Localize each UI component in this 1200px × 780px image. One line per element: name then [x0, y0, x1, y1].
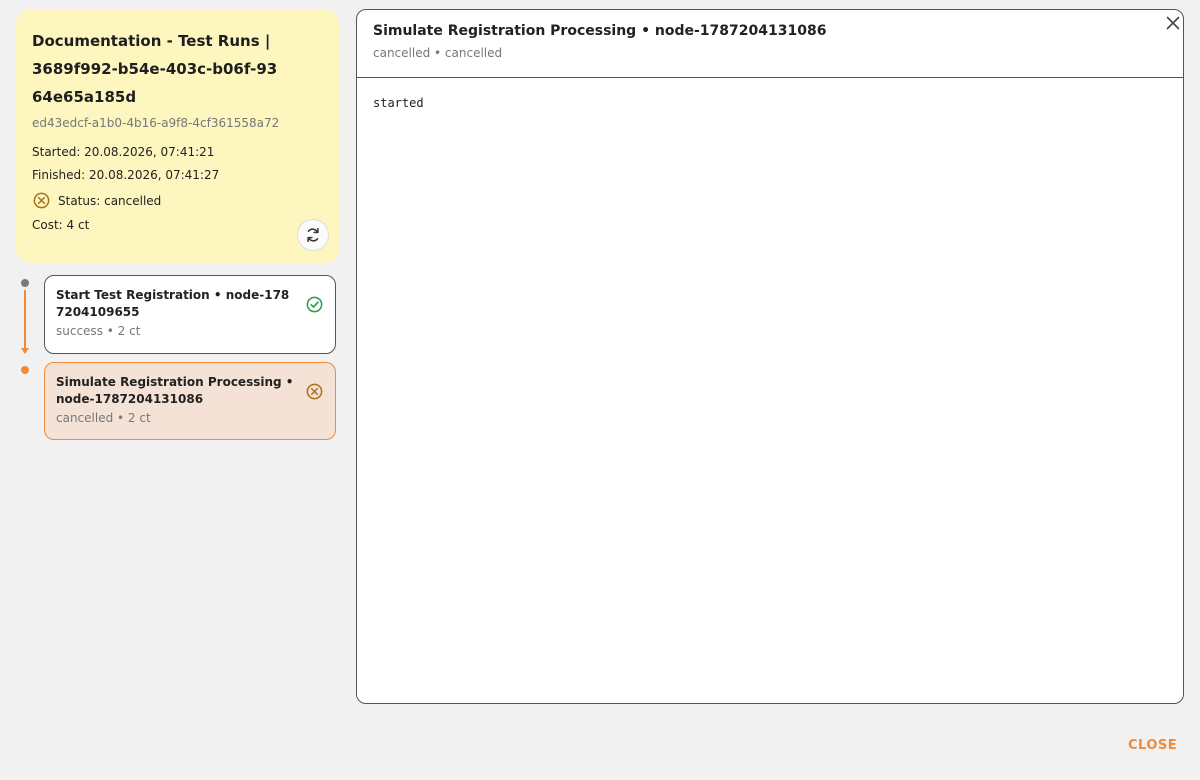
run-id: ed43edcf-a1b0-4b16-a9f8-4cf361558a72 [32, 116, 280, 130]
close-button[interactable]: CLOSE [1116, 733, 1189, 757]
x-circle-icon [33, 192, 50, 209]
check-circle-icon [306, 296, 323, 313]
run-summary-card: Documentation - Test Runs | 3689f992-b54… [16, 9, 339, 263]
timeline-dot [21, 279, 29, 287]
timeline-connector [24, 290, 26, 350]
detail-header: Simulate Registration Processing • node-… [357, 10, 1183, 78]
detail-subtitle: cancelled • cancelled [373, 46, 503, 60]
timeline-dot-active [21, 366, 29, 374]
node-detail-panel: Simulate Registration Processing • node-… [356, 9, 1184, 704]
node-subtitle: cancelled • 2 ct [56, 411, 151, 425]
detail-log: started [357, 78, 1183, 128]
run-finished: Finished: 20.08.2026, 07:41:27 [32, 168, 220, 182]
run-started: Started: 20.08.2026, 07:41:21 [32, 145, 215, 159]
node-subtitle: success • 2 ct [56, 324, 141, 338]
x-icon [1166, 16, 1180, 30]
timeline-arrow [21, 348, 29, 354]
run-status-label: Status: cancelled [58, 193, 162, 208]
node-card-start-test-registration[interactable]: Start Test Registration • node-178720410… [44, 275, 336, 354]
node-card-simulate-registration-processing[interactable]: Simulate Registration Processing • node-… [44, 362, 336, 440]
refresh-icon [307, 227, 319, 243]
run-cost: Cost: 4 ct [32, 218, 90, 232]
refresh-button[interactable] [297, 219, 329, 251]
node-title: Simulate Registration Processing • node-… [56, 375, 294, 406]
log-text: started [373, 96, 424, 110]
node-title: Start Test Registration • node-178720410… [56, 288, 290, 319]
run-title: Documentation - Test Runs | 3689f992-b54… [32, 32, 278, 106]
x-circle-icon [306, 383, 323, 400]
run-status: Status: cancelled [32, 191, 323, 210]
close-icon[interactable] [1164, 14, 1182, 32]
detail-title: Simulate Registration Processing • node-… [373, 23, 827, 39]
